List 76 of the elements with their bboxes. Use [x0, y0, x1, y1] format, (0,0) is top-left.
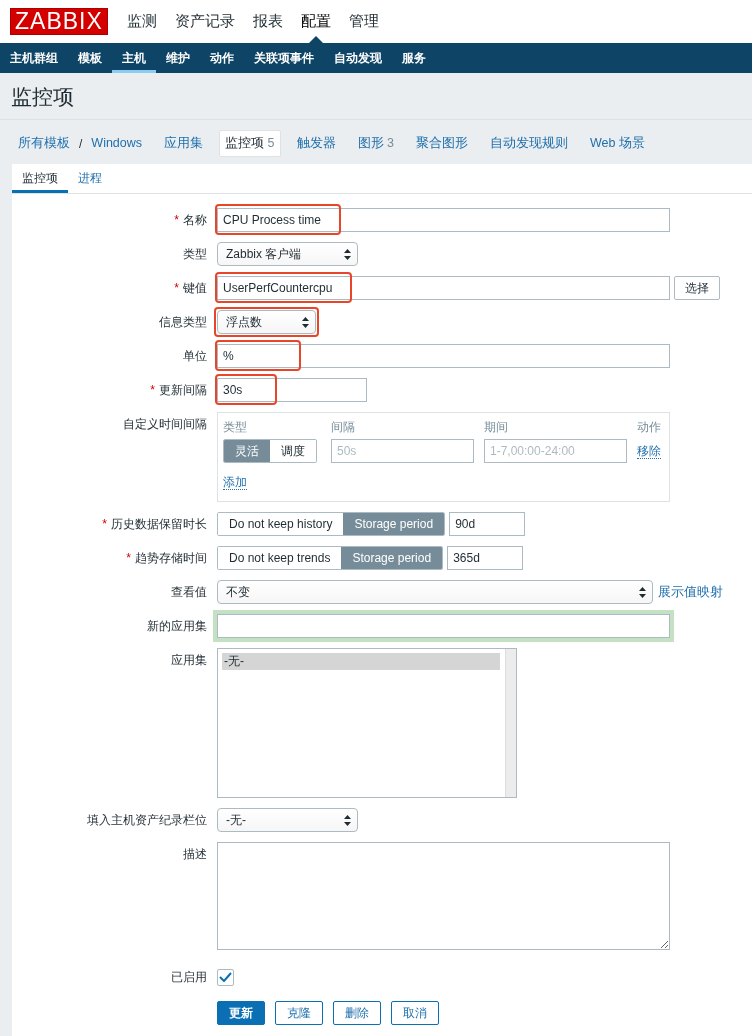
field-label: * 历史数据保留时长 [102, 515, 207, 533]
interval-field[interactable]: 50s [331, 438, 474, 463]
action-button[interactable]: 删除 [333, 1000, 381, 1025]
field-label: * 键值 [174, 279, 207, 297]
field-label: 查看值 [171, 583, 207, 601]
zabbix-logo[interactable]: ZABBIX [10, 8, 108, 35]
select-field[interactable]: -无- [217, 807, 358, 832]
field-label: 应用集 [171, 651, 207, 669]
field-label: 已启用 [171, 968, 207, 986]
main-menu-item[interactable]: 配置 [291, 0, 340, 43]
field-label: 描述 [183, 845, 207, 863]
remove-link[interactable]: 移除 [637, 443, 661, 459]
breadcrumb-link[interactable]: 所有模板 [12, 130, 76, 157]
scrollbar[interactable] [505, 648, 516, 797]
field-label: * 更新间隔 [150, 381, 207, 399]
period-field[interactable]: 1-7,00:00-24:00 [484, 438, 627, 463]
object-tab[interactable]: Web 场景 [583, 130, 651, 157]
field-label: 信息类型 [159, 313, 207, 331]
field-label: 新的应用集 [147, 617, 207, 635]
field-label: 类型 [183, 245, 207, 263]
column-header: 动作 [637, 418, 662, 436]
field-label: * 趋势存储时间 [126, 549, 207, 567]
action-button[interactable]: 更新 [217, 1000, 265, 1025]
select-arrows-icon [302, 316, 309, 328]
page-title: 监控项 [0, 73, 752, 121]
sub-menu-item[interactable]: 模板 [68, 43, 112, 73]
object-tab[interactable]: 图形 3 [351, 130, 400, 157]
sub-menu-item[interactable]: 服务 [392, 43, 436, 73]
field-label: 自定义时间间隔 [123, 415, 207, 433]
text-field[interactable]: % [217, 343, 670, 368]
object-tab[interactable]: 触发器 [290, 130, 342, 157]
breadcrumb-separator: / [78, 135, 84, 153]
select-button[interactable]: 选择 [674, 275, 720, 300]
sub-menu-item[interactable]: 主机群组 [0, 43, 68, 73]
column-header: 期间 [484, 418, 509, 436]
main-menu-item[interactable]: 资产记录 [165, 0, 244, 43]
text-field[interactable]: CPU Process time [217, 207, 670, 232]
column-header: 间隔 [331, 418, 356, 436]
select-field[interactable]: Zabbix 客户端 [217, 241, 358, 266]
sub-menu-item[interactable]: 主机 [112, 43, 156, 73]
select-field[interactable]: 浮点数 [217, 309, 316, 334]
form-tab[interactable]: 监控项 [12, 163, 68, 193]
select-field[interactable]: 不变 [217, 579, 653, 604]
action-button[interactable]: 取消 [391, 1000, 439, 1025]
list-box[interactable]: -无- [217, 647, 517, 798]
object-tab[interactable]: 监控项 5 [219, 130, 281, 157]
object-tab[interactable]: 自动发现规则 [483, 130, 574, 157]
list-item[interactable]: -无- [222, 652, 500, 670]
text-field[interactable]: 30s [217, 377, 367, 402]
value-mapping-link[interactable]: 展示值映射 [657, 581, 724, 603]
description-field[interactable] [217, 841, 670, 950]
field-label: * 名称 [174, 211, 207, 229]
add-link[interactable]: 添加 [223, 474, 247, 490]
breadcrumb-link[interactable]: Windows [85, 130, 149, 157]
field-label: 填入主机资产纪录栏位 [87, 811, 207, 829]
select-arrows-icon [344, 814, 351, 826]
sub-menu-item[interactable]: 维护 [156, 43, 200, 73]
main-menu-item[interactable]: 报表 [243, 0, 292, 43]
field-label: 单位 [183, 347, 207, 365]
checkbox[interactable] [217, 968, 234, 986]
main-menu-item[interactable]: 管理 [339, 0, 388, 43]
sub-menu-item[interactable]: 关联项事件 [244, 43, 324, 73]
text-field[interactable] [217, 613, 670, 638]
select-arrows-icon [344, 248, 351, 260]
object-tab[interactable]: 应用集 [158, 130, 210, 157]
sub-menu-item[interactable]: 自动发现 [324, 43, 392, 73]
sub-menu-item[interactable]: 动作 [200, 43, 244, 73]
main-menu-item[interactable]: 监测 [117, 0, 166, 43]
text-field[interactable]: UserPerfCountercpu [217, 275, 670, 300]
object-tab[interactable]: 聚合图形 [409, 130, 474, 157]
column-header: 类型 [223, 418, 248, 436]
period-field[interactable]: 365d [447, 545, 524, 570]
select-arrows-icon [639, 586, 646, 598]
action-button[interactable]: 克隆 [275, 1000, 323, 1025]
form-tab[interactable]: 进程 [68, 163, 112, 193]
period-field[interactable]: 90d [449, 511, 526, 536]
